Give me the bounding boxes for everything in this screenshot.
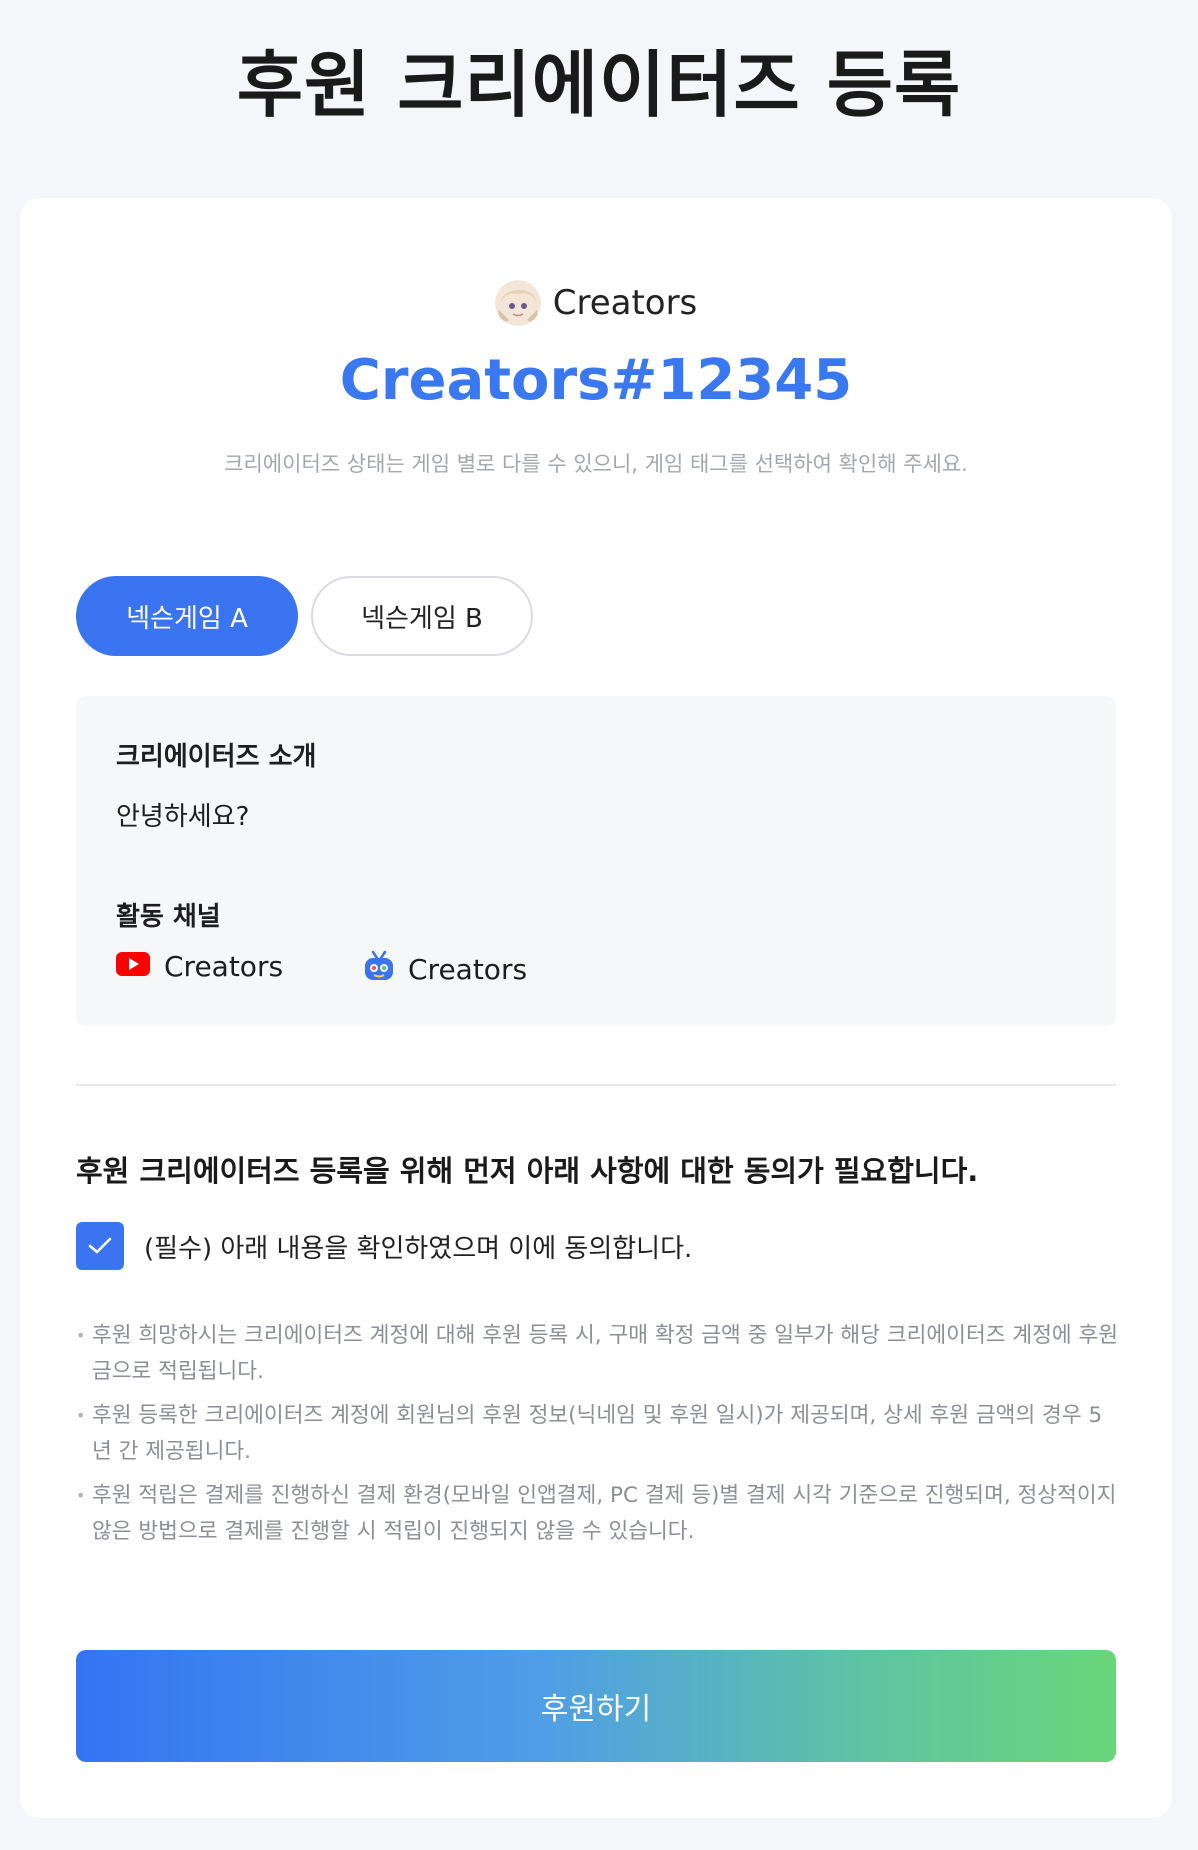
game-tabs: 넥슨게임 A 넥슨게임 B [76,576,533,656]
youtube-icon [116,950,150,983]
consent-notes: 후원 희망하시는 크리에이터즈 계정에 대해 후원 등록 시, 구매 확정 금액… [76,1318,1120,1558]
intro-heading: 크리에이터즈 소개 [116,742,317,772]
support-submit-button[interactable]: 후원하기 [76,1650,1116,1762]
consent-checkbox-label: (필수) 아래 내용을 확인하였으며 이에 동의합니다. [144,1233,693,1264]
registration-card: Creators Creators#12345 크리에이터즈 상태는 게임 별로… [20,198,1172,1818]
consent-checkbox-row[interactable]: (필수) 아래 내용을 확인하였으며 이에 동의합니다. [76,1222,692,1270]
status-notice: 크리에이터즈 상태는 게임 별로 다를 수 있으니, 게임 태그를 선택하여 확… [224,452,968,476]
creator-info-box: 크리에이터즈 소개 안녕하세요? 활동 채널 Creators Creators [76,696,1116,1026]
divider [76,1084,1116,1086]
avatar [494,280,541,326]
tab-game-a[interactable]: 넥슨게임 A [76,576,298,656]
intro-text: 안녕하세요? [116,802,250,832]
page-title: 후원 크리에이터즈 등록 [236,43,962,127]
channel-youtube[interactable]: Creators [116,950,283,983]
list-item: 후원 등록한 크리에이터즈 계정에 회원님의 후원 정보(닉네임 및 후원 일시… [76,1398,1120,1470]
list-item: 후원 희망하시는 크리에이터즈 계정에 대해 후원 등록 시, 구매 확정 금액… [76,1318,1120,1390]
channel-label: Creators [164,950,284,983]
consent-heading: 후원 크리에이터즈 등록을 위해 먼저 아래 사항에 대한 동의가 필요합니다. [76,1154,979,1188]
consent-checkbox[interactable] [76,1222,124,1270]
channels-heading: 활동 채널 [116,902,221,932]
check-icon [88,1237,112,1254]
list-item: 후원 적립은 결제를 진행하신 결제 환경(모바일 인앱결제, PC 결제 등)… [76,1478,1120,1550]
channel-label: Creators [408,953,528,986]
channel-tv[interactable]: Creators [364,950,527,989]
creator-code: Creators#12345 [339,348,853,413]
profile-name: Creators [552,283,698,323]
profile-header: Creators [20,280,1172,326]
tv-channel-icon [364,950,394,989]
tab-game-b[interactable]: 넥슨게임 B [311,576,533,656]
